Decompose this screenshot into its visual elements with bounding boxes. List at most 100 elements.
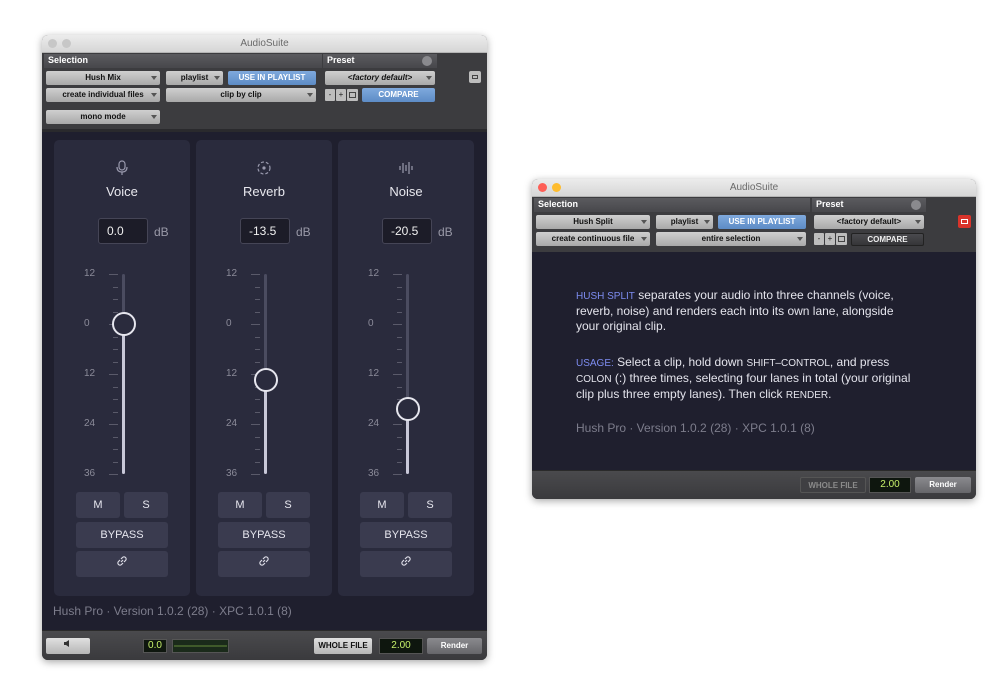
- solo-button[interactable]: S: [266, 492, 310, 518]
- solo-button[interactable]: S: [124, 492, 168, 518]
- usage-paragraph: USAGE: Select a clip, hold down SHIFT–CO…: [576, 355, 911, 401]
- plugin-area: Voice 0.0 dB 12 0 12 24 36 M S BYPASS Reverb…: [42, 132, 487, 630]
- fader-tick-mark: [255, 361, 260, 363]
- version-text: Hush Pro · Version 1.0.2 (28) · XPC 1.0.…: [53, 604, 292, 618]
- range-dropdown[interactable]: entire selection: [656, 232, 806, 246]
- strip-voice: Voice 0.0 dB 12 0 12 24 36 M S BYPASS: [54, 140, 190, 596]
- preset-dropdown[interactable]: <factory default>: [325, 71, 435, 85]
- file-mode-dropdown[interactable]: create individual files: [46, 88, 160, 102]
- preset-header: Preset: [812, 198, 926, 212]
- plugin-dropdown[interactable]: Hush Mix: [46, 71, 160, 85]
- gain-input[interactable]: -13.5: [240, 218, 290, 244]
- whole-file-button[interactable]: WHOLE FILE: [314, 638, 372, 654]
- preset-label: Preset: [327, 55, 355, 65]
- gain-fader[interactable]: 12 0 12 24 36: [54, 260, 190, 480]
- bypass-button[interactable]: BYPASS: [218, 522, 310, 548]
- handle-length-field[interactable]: 2.00: [869, 477, 911, 493]
- compare-button[interactable]: COMPARE: [851, 233, 924, 246]
- preset-save-icon[interactable]: [347, 89, 358, 101]
- preset-plus-button[interactable]: +: [825, 233, 835, 245]
- gain-fader[interactable]: 12 0 12 24 36: [338, 260, 474, 480]
- fader-tick-mark: [109, 274, 118, 275]
- selection-header: Selection: [44, 54, 322, 68]
- fader-tick-mark: [255, 449, 260, 450]
- preset-save-icon[interactable]: [836, 233, 847, 245]
- fader-tick-mark: [113, 299, 118, 300]
- use-in-playlist-button[interactable]: USE IN PLAYLIST: [228, 71, 316, 85]
- gain-fader[interactable]: 12 0 12 24 36: [196, 260, 332, 480]
- link-icon: [116, 556, 128, 570]
- playlist-dropdown[interactable]: playlist: [656, 215, 713, 229]
- strip-noise: Noise -20.5 dB 12 0 12 24 36 M S BYPASS: [338, 140, 474, 596]
- fader-tick-label: 0: [84, 318, 90, 329]
- fader-tick-mark: [393, 474, 402, 475]
- reverb-icon: [196, 160, 332, 181]
- fader-tick-label: 12: [84, 368, 96, 379]
- bypass-button[interactable]: BYPASS: [76, 522, 168, 548]
- whole-file-button[interactable]: WHOLE FILE: [800, 477, 866, 493]
- preset-minus-button[interactable]: -: [814, 233, 824, 245]
- preset-minus-button[interactable]: -: [325, 89, 335, 101]
- gain-input[interactable]: 0.0: [98, 218, 148, 244]
- clip-mode-dropdown[interactable]: clip by clip: [166, 88, 316, 102]
- fader-tick-mark: [397, 311, 402, 313]
- preset-dropdown[interactable]: <factory default>: [814, 215, 924, 229]
- fader-tick-mark: [397, 436, 402, 438]
- keyword-usage: USAGE:: [576, 358, 614, 369]
- strip-name: Noise: [389, 184, 423, 199]
- fader-tick-mark: [255, 436, 260, 438]
- compare-button[interactable]: COMPARE: [362, 88, 435, 102]
- playlist-dropdown[interactable]: playlist: [166, 71, 223, 85]
- fader-tick-mark: [397, 286, 402, 288]
- render-button[interactable]: Render: [427, 638, 482, 654]
- channel-mode-dropdown[interactable]: mono mode: [46, 110, 160, 124]
- fader-tick-mark: [113, 461, 118, 463]
- fader-tick-mark: [255, 299, 260, 300]
- fader-tick-mark: [251, 424, 260, 425]
- fader-tick-label: 24: [84, 418, 96, 429]
- preset-plus-button[interactable]: +: [336, 89, 346, 101]
- preset-menu-icon[interactable]: [422, 56, 432, 66]
- settings-icon[interactable]: [958, 215, 971, 228]
- file-mode-dropdown[interactable]: create continuous file: [536, 232, 650, 246]
- fader-tick-mark: [251, 324, 260, 325]
- db-unit: dB: [296, 225, 311, 239]
- fader-tick-mark: [109, 374, 118, 375]
- fader-tick-label: 12: [226, 268, 238, 279]
- solo-button[interactable]: S: [408, 492, 452, 518]
- fader-handle[interactable]: [395, 397, 420, 422]
- preset-menu-icon[interactable]: [911, 200, 921, 210]
- fader-tick-mark: [113, 449, 118, 450]
- fader-handle[interactable]: [253, 368, 278, 393]
- fader-tick-mark: [397, 386, 402, 388]
- fader-handle[interactable]: [111, 312, 136, 336]
- fader-tick-mark: [109, 474, 118, 475]
- fader-tick-label: 12: [368, 268, 380, 279]
- fader-tick-label: 12: [226, 368, 238, 379]
- plugin-dropdown[interactable]: Hush Split: [536, 215, 650, 229]
- mute-button[interactable]: M: [218, 492, 262, 518]
- mute-button[interactable]: M: [76, 492, 120, 518]
- fader-tick-mark: [397, 461, 402, 463]
- gain-input[interactable]: -20.5: [382, 218, 432, 244]
- fader-fill: [264, 380, 267, 474]
- db-unit: dB: [438, 225, 453, 239]
- link-icon: [400, 556, 412, 570]
- use-in-playlist-button[interactable]: USE IN PLAYLIST: [718, 215, 806, 229]
- audiosuite-window-right: AudioSuite Selection Preset Hush Split p…: [532, 179, 976, 499]
- microphone-icon: [54, 160, 190, 181]
- speaker-icon: [63, 640, 73, 650]
- handle-length-field[interactable]: 2.00: [379, 638, 423, 654]
- link-button[interactable]: [360, 551, 452, 577]
- fader-tick-mark: [397, 361, 402, 363]
- fader-tick-mark: [251, 274, 260, 275]
- settings-icon[interactable]: [469, 71, 481, 83]
- fader-tick-label: 24: [368, 418, 380, 429]
- fader-tick-mark: [255, 349, 260, 350]
- preview-button[interactable]: [46, 638, 90, 654]
- link-button[interactable]: [76, 551, 168, 577]
- render-button[interactable]: Render: [915, 477, 971, 493]
- bypass-button[interactable]: BYPASS: [360, 522, 452, 548]
- link-button[interactable]: [218, 551, 310, 577]
- mute-button[interactable]: M: [360, 492, 404, 518]
